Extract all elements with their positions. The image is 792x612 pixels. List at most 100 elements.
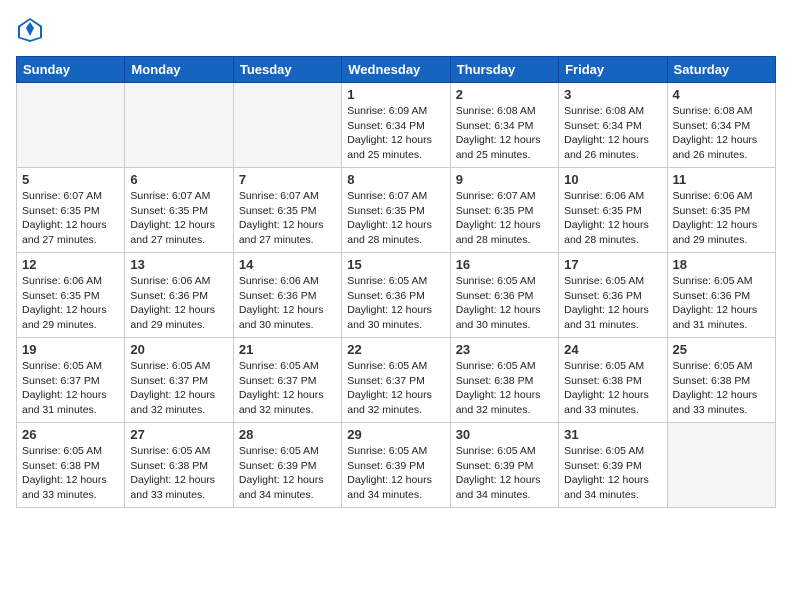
day-number: 28 — [239, 427, 336, 442]
day-number: 5 — [22, 172, 119, 187]
calendar-cell: 7 Sunrise: 6:07 AM Sunset: 6:35 PM Daylig… — [233, 168, 341, 253]
day-number: 14 — [239, 257, 336, 272]
day-number: 25 — [673, 342, 770, 357]
day-number: 26 — [22, 427, 119, 442]
calendar-cell — [125, 83, 233, 168]
day-header-saturday: Saturday — [667, 57, 775, 83]
day-header-monday: Monday — [125, 57, 233, 83]
calendar-cell: 14 Sunrise: 6:06 AM Sunset: 6:36 PM Dayli… — [233, 253, 341, 338]
day-number: 13 — [130, 257, 227, 272]
day-number: 18 — [673, 257, 770, 272]
calendar-cell: 5 Sunrise: 6:07 AM Sunset: 6:35 PM Daylig… — [17, 168, 125, 253]
day-info: Sunrise: 6:07 AM Sunset: 6:35 PM Dayligh… — [130, 189, 227, 248]
day-info: Sunrise: 6:05 AM Sunset: 6:36 PM Dayligh… — [673, 274, 770, 333]
day-info: Sunrise: 6:05 AM Sunset: 6:39 PM Dayligh… — [347, 444, 444, 503]
day-number: 7 — [239, 172, 336, 187]
day-info: Sunrise: 6:05 AM Sunset: 6:38 PM Dayligh… — [673, 359, 770, 418]
day-info: Sunrise: 6:06 AM Sunset: 6:36 PM Dayligh… — [239, 274, 336, 333]
day-info: Sunrise: 6:05 AM Sunset: 6:36 PM Dayligh… — [564, 274, 661, 333]
day-number: 1 — [347, 87, 444, 102]
day-info: Sunrise: 6:08 AM Sunset: 6:34 PM Dayligh… — [456, 104, 553, 163]
day-info: Sunrise: 6:05 AM Sunset: 6:37 PM Dayligh… — [347, 359, 444, 418]
calendar-cell: 24 Sunrise: 6:05 AM Sunset: 6:38 PM Dayli… — [559, 338, 667, 423]
day-number: 31 — [564, 427, 661, 442]
day-info: Sunrise: 6:09 AM Sunset: 6:34 PM Dayligh… — [347, 104, 444, 163]
day-info: Sunrise: 6:05 AM Sunset: 6:37 PM Dayligh… — [22, 359, 119, 418]
day-number: 8 — [347, 172, 444, 187]
calendar-cell: 27 Sunrise: 6:05 AM Sunset: 6:38 PM Dayli… — [125, 423, 233, 508]
calendar-cell: 2 Sunrise: 6:08 AM Sunset: 6:34 PM Daylig… — [450, 83, 558, 168]
day-info: Sunrise: 6:06 AM Sunset: 6:35 PM Dayligh… — [564, 189, 661, 248]
calendar-cell: 10 Sunrise: 6:06 AM Sunset: 6:35 PM Dayli… — [559, 168, 667, 253]
day-number: 3 — [564, 87, 661, 102]
day-info: Sunrise: 6:05 AM Sunset: 6:37 PM Dayligh… — [130, 359, 227, 418]
day-number: 17 — [564, 257, 661, 272]
calendar-cell: 13 Sunrise: 6:06 AM Sunset: 6:36 PM Dayli… — [125, 253, 233, 338]
day-number: 6 — [130, 172, 227, 187]
day-info: Sunrise: 6:05 AM Sunset: 6:38 PM Dayligh… — [564, 359, 661, 418]
logo — [16, 16, 48, 44]
day-number: 11 — [673, 172, 770, 187]
day-info: Sunrise: 6:05 AM Sunset: 6:36 PM Dayligh… — [456, 274, 553, 333]
calendar-cell: 1 Sunrise: 6:09 AM Sunset: 6:34 PM Daylig… — [342, 83, 450, 168]
day-number: 21 — [239, 342, 336, 357]
calendar-cell: 31 Sunrise: 6:05 AM Sunset: 6:39 PM Dayli… — [559, 423, 667, 508]
day-number: 29 — [347, 427, 444, 442]
calendar-cell: 25 Sunrise: 6:05 AM Sunset: 6:38 PM Dayli… — [667, 338, 775, 423]
day-number: 15 — [347, 257, 444, 272]
calendar-cell: 6 Sunrise: 6:07 AM Sunset: 6:35 PM Daylig… — [125, 168, 233, 253]
day-header-wednesday: Wednesday — [342, 57, 450, 83]
day-number: 12 — [22, 257, 119, 272]
day-info: Sunrise: 6:05 AM Sunset: 6:38 PM Dayligh… — [130, 444, 227, 503]
day-number: 30 — [456, 427, 553, 442]
day-header-friday: Friday — [559, 57, 667, 83]
day-number: 20 — [130, 342, 227, 357]
calendar-cell: 12 Sunrise: 6:06 AM Sunset: 6:35 PM Dayli… — [17, 253, 125, 338]
calendar-cell — [17, 83, 125, 168]
day-info: Sunrise: 6:08 AM Sunset: 6:34 PM Dayligh… — [673, 104, 770, 163]
calendar-cell: 3Sunrise: 6:08 AM Sunset: 6:34 PM Daylig… — [559, 83, 667, 168]
day-header-thursday: Thursday — [450, 57, 558, 83]
day-info: Sunrise: 6:06 AM Sunset: 6:35 PM Dayligh… — [673, 189, 770, 248]
day-info: Sunrise: 6:06 AM Sunset: 6:36 PM Dayligh… — [130, 274, 227, 333]
calendar-cell: 11 Sunrise: 6:06 AM Sunset: 6:35 PM Dayli… — [667, 168, 775, 253]
day-number: 19 — [22, 342, 119, 357]
day-info: Sunrise: 6:05 AM Sunset: 6:38 PM Dayligh… — [22, 444, 119, 503]
days-header-row: SundayMondayTuesdayWednesdayThursdayFrid… — [17, 57, 776, 83]
week-row-3: 12 Sunrise: 6:06 AM Sunset: 6:35 PM Dayli… — [17, 253, 776, 338]
day-number: 16 — [456, 257, 553, 272]
week-row-4: 19 Sunrise: 6:05 AM Sunset: 6:37 PM Dayli… — [17, 338, 776, 423]
calendar-cell: 8 Sunrise: 6:07 AM Sunset: 6:35 PM Daylig… — [342, 168, 450, 253]
calendar-cell: 9 Sunrise: 6:07 AM Sunset: 6:35 PM Daylig… — [450, 168, 558, 253]
day-number: 23 — [456, 342, 553, 357]
calendar-cell: 23 Sunrise: 6:05 AM Sunset: 6:38 PM Dayli… — [450, 338, 558, 423]
calendar-cell: 29 Sunrise: 6:05 AM Sunset: 6:39 PM Dayli… — [342, 423, 450, 508]
day-number: 24 — [564, 342, 661, 357]
day-number: 9 — [456, 172, 553, 187]
day-info: Sunrise: 6:05 AM Sunset: 6:38 PM Dayligh… — [456, 359, 553, 418]
calendar-cell: 17 Sunrise: 6:05 AM Sunset: 6:36 PM Dayli… — [559, 253, 667, 338]
day-number: 4 — [673, 87, 770, 102]
day-number: 27 — [130, 427, 227, 442]
calendar-cell: 19 Sunrise: 6:05 AM Sunset: 6:37 PM Dayli… — [17, 338, 125, 423]
day-header-sunday: Sunday — [17, 57, 125, 83]
calendar-cell — [667, 423, 775, 508]
day-number: 22 — [347, 342, 444, 357]
day-info: Sunrise: 6:07 AM Sunset: 6:35 PM Dayligh… — [347, 189, 444, 248]
calendar-cell — [233, 83, 341, 168]
week-row-5: 26 Sunrise: 6:05 AM Sunset: 6:38 PM Dayli… — [17, 423, 776, 508]
calendar-cell: 21Sunrise: 6:05 AM Sunset: 6:37 PM Dayli… — [233, 338, 341, 423]
day-info: Sunrise: 6:05 AM Sunset: 6:39 PM Dayligh… — [564, 444, 661, 503]
calendar-cell: 16 Sunrise: 6:05 AM Sunset: 6:36 PM Dayli… — [450, 253, 558, 338]
day-info: Sunrise: 6:05 AM Sunset: 6:39 PM Dayligh… — [239, 444, 336, 503]
calendar-cell: 28 Sunrise: 6:05 AM Sunset: 6:39 PM Dayli… — [233, 423, 341, 508]
calendar: SundayMondayTuesdayWednesdayThursdayFrid… — [16, 56, 776, 508]
calendar-cell: 20 Sunrise: 6:05 AM Sunset: 6:37 PM Dayli… — [125, 338, 233, 423]
day-info: Sunrise: 6:07 AM Sunset: 6:35 PM Dayligh… — [456, 189, 553, 248]
day-number: 2 — [456, 87, 553, 102]
day-number: 10 — [564, 172, 661, 187]
day-info: Sunrise: 6:07 AM Sunset: 6:35 PM Dayligh… — [22, 189, 119, 248]
day-info: Sunrise: 6:06 AM Sunset: 6:35 PM Dayligh… — [22, 274, 119, 333]
day-info: Sunrise: 6:05 AM Sunset: 6:36 PM Dayligh… — [347, 274, 444, 333]
day-info: Sunrise: 6:07 AM Sunset: 6:35 PM Dayligh… — [239, 189, 336, 248]
